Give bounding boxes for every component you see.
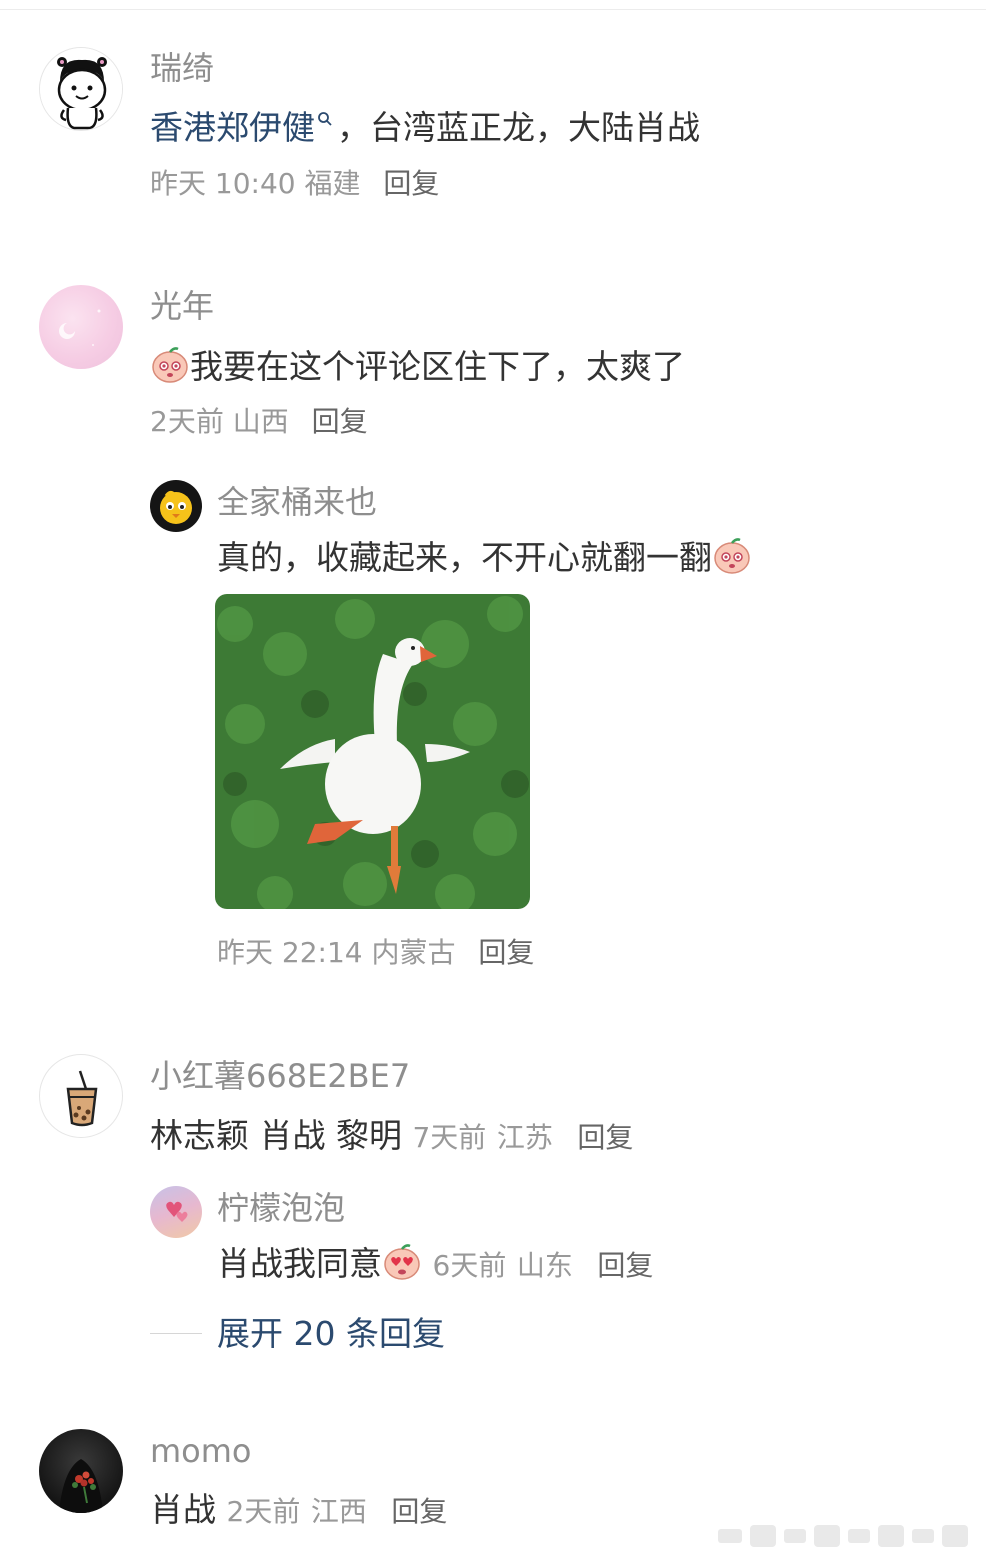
top-divider — [0, 9, 986, 10]
username[interactable]: 瑞绮 — [150, 48, 214, 88]
comment-content: 香港郑伊健 ，台湾蓝正龙，大陆肖战 — [150, 106, 700, 150]
avatar[interactable] — [150, 1186, 202, 1238]
comment-content: 我要在这个评论区住下了，太爽了 — [150, 344, 685, 389]
comment-text: 林志颖 肖战 黎明 — [150, 1116, 402, 1155]
location: 山东 — [516, 1249, 573, 1282]
reply-meta: 昨天 22:14 内蒙古 回复 — [217, 935, 534, 971]
comment-text: ，台湾蓝正龙，大陆肖战 — [337, 108, 700, 147]
yellow-chick-avatar-icon — [160, 490, 192, 524]
location: 江西 — [310, 1495, 367, 1528]
expand-divider — [150, 1333, 202, 1334]
comment-meta: 2天前 山西 回复 — [150, 404, 368, 440]
reply-button[interactable]: 回复 — [478, 936, 534, 969]
bubble-tea-avatar-icon — [66, 1070, 98, 1127]
avatar[interactable] — [39, 1054, 123, 1138]
location: 内蒙古 — [371, 936, 456, 969]
timestamp: 2天前 — [150, 405, 224, 438]
timestamp: 6天前 — [432, 1249, 507, 1282]
pink-gradient-avatar-icon — [59, 309, 101, 346]
heart-eyes-peach-emoji-icon — [384, 1244, 420, 1280]
comment-meta: 昨天 10:40 福建 回复 — [150, 166, 439, 202]
reply-button[interactable]: 回复 — [312, 405, 368, 438]
avatar[interactable] — [39, 47, 123, 131]
avatar[interactable] — [39, 1429, 123, 1513]
comment-text: 我要在这个评论区住下了，太爽了 — [190, 347, 685, 386]
reply-text: 真的，收藏起来，不开心就翻一翻 — [217, 538, 712, 577]
cartoon-girl-avatar-icon — [40, 48, 122, 130]
reply-button[interactable]: 回复 — [383, 167, 439, 200]
reply-text: 肖战我同意 — [217, 1244, 382, 1283]
timestamp: 2天前 — [226, 1495, 301, 1528]
reply-button[interactable]: 回复 — [577, 1121, 633, 1154]
timestamp: 昨天 22:14 — [217, 936, 363, 969]
reply-button[interactable]: 回复 — [597, 1249, 653, 1282]
username[interactable]: 柠檬泡泡 — [217, 1188, 345, 1228]
location: 福建 — [304, 167, 361, 200]
location: 江苏 — [496, 1121, 553, 1154]
username[interactable]: momo — [150, 1431, 252, 1471]
reply-content: 肖战我同意 6天前 山东 回复 — [217, 1241, 653, 1288]
comment-content: 肖战 2天前 江西 回复 — [150, 1488, 447, 1534]
reply-image[interactable] — [215, 594, 530, 909]
peach-face-emoji-icon — [714, 538, 750, 574]
search-keyword-link[interactable]: 香港郑伊健 — [150, 108, 315, 147]
reply-content: 真的，收藏起来，不开心就翻一翻 — [217, 535, 752, 580]
reply-button[interactable]: 回复 — [391, 1495, 447, 1528]
expand-replies-button[interactable]: 展开 20 条回复 — [217, 1313, 445, 1355]
comment-content: 林志颖 肖战 黎明 7天前 江苏 回复 — [150, 1114, 633, 1160]
sunset-heart-avatar-icon — [166, 1201, 188, 1222]
avatar[interactable] — [39, 285, 123, 369]
location: 山西 — [232, 405, 289, 438]
peach-face-emoji-icon — [152, 347, 188, 383]
dark-bouquet-avatar-icon — [59, 1459, 103, 1513]
timestamp: 昨天 10:40 — [150, 167, 296, 200]
username[interactable]: 小红薯668E2BE7 — [150, 1056, 410, 1096]
comment-text: 肖战 — [150, 1490, 216, 1529]
platform-watermark-icon — [718, 1525, 968, 1547]
timestamp: 7天前 — [412, 1121, 487, 1154]
avatar[interactable] — [150, 480, 202, 532]
search-icon[interactable] — [317, 111, 333, 127]
username[interactable]: 全家桶来也 — [217, 482, 377, 522]
goose-dancing-photo-icon — [215, 594, 530, 909]
username[interactable]: 光年 — [150, 286, 214, 326]
